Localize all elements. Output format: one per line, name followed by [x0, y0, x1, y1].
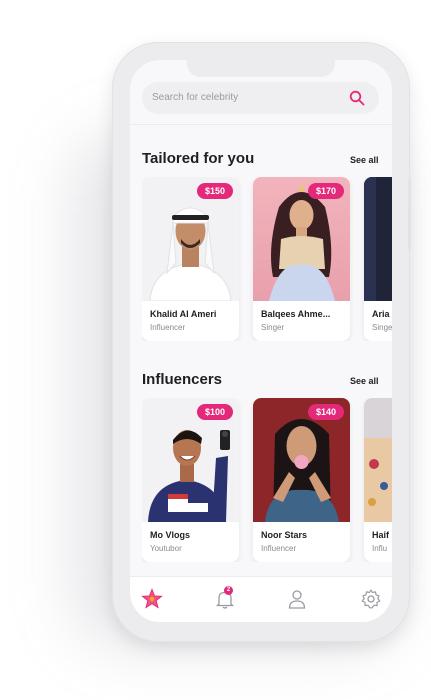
celebrity-role: Influencer	[150, 323, 186, 332]
celebrity-role: Influ	[372, 544, 388, 553]
celebrity-name: Balqees Ahme...	[261, 309, 331, 319]
celebrity-name: Haif	[372, 530, 390, 540]
price-badge: $170	[307, 183, 344, 199]
section-title-tailored: Tailored for you	[142, 150, 255, 167]
price-badge: $100	[196, 404, 233, 420]
celebrity-role: Singer	[261, 323, 285, 332]
celebrity-card[interactable]: Aria Singe	[364, 177, 392, 341]
header-divider	[130, 124, 392, 125]
celebrity-card[interactable]: $100 Mo Vlogs Youtubor	[142, 398, 239, 562]
bottom-tab-bar: 2	[130, 576, 392, 622]
see-all-link-influencers[interactable]: See all	[350, 376, 379, 386]
app-screen: Search for celebrity Tailored for you Se…	[130, 60, 392, 622]
search-input[interactable]: Search for celebrity	[152, 92, 238, 103]
celebrity-card[interactable]: Haif Influ	[364, 398, 392, 562]
star-icon[interactable]	[140, 587, 164, 611]
phone-side-button	[408, 180, 411, 250]
see-all-link-tailored[interactable]: See all	[350, 155, 379, 165]
user-icon[interactable]	[285, 587, 309, 611]
celebrity-row-tailored: $150 Khalid Al Ameri Influencer $170 Bal…	[142, 177, 392, 341]
price-badge: $140	[307, 404, 344, 420]
section-title-influencers: Influencers	[142, 371, 223, 388]
celebrity-role: Influencer	[261, 544, 297, 553]
celebrity-card[interactable]: $140 Noor Stars Influencer	[253, 398, 350, 562]
celebrity-name: Aria	[372, 309, 390, 319]
price-badge: $150	[196, 183, 233, 199]
notification-badge: 2	[224, 586, 233, 595]
celebrity-name: Mo Vlogs	[150, 530, 190, 540]
celebrity-role: Youtubor	[150, 544, 182, 553]
celebrity-name: Khalid Al Ameri	[150, 309, 217, 319]
celebrity-role: Singe	[372, 323, 392, 332]
phone-notch	[187, 60, 335, 77]
gear-icon[interactable]	[359, 587, 383, 611]
search-icon[interactable]	[349, 90, 365, 106]
celebrity-row-influencers: $100 Mo Vlogs Youtubor $140 Noor Stars I…	[142, 398, 392, 562]
celebrity-name: Noor Stars	[261, 530, 308, 540]
celebrity-photo	[364, 398, 392, 522]
celebrity-photo	[364, 177, 392, 301]
celebrity-card[interactable]: $170 Balqees Ahme... Singer	[253, 177, 350, 341]
search-bar[interactable]: Search for celebrity	[142, 82, 379, 114]
celebrity-card[interactable]: $150 Khalid Al Ameri Influencer	[142, 177, 239, 341]
